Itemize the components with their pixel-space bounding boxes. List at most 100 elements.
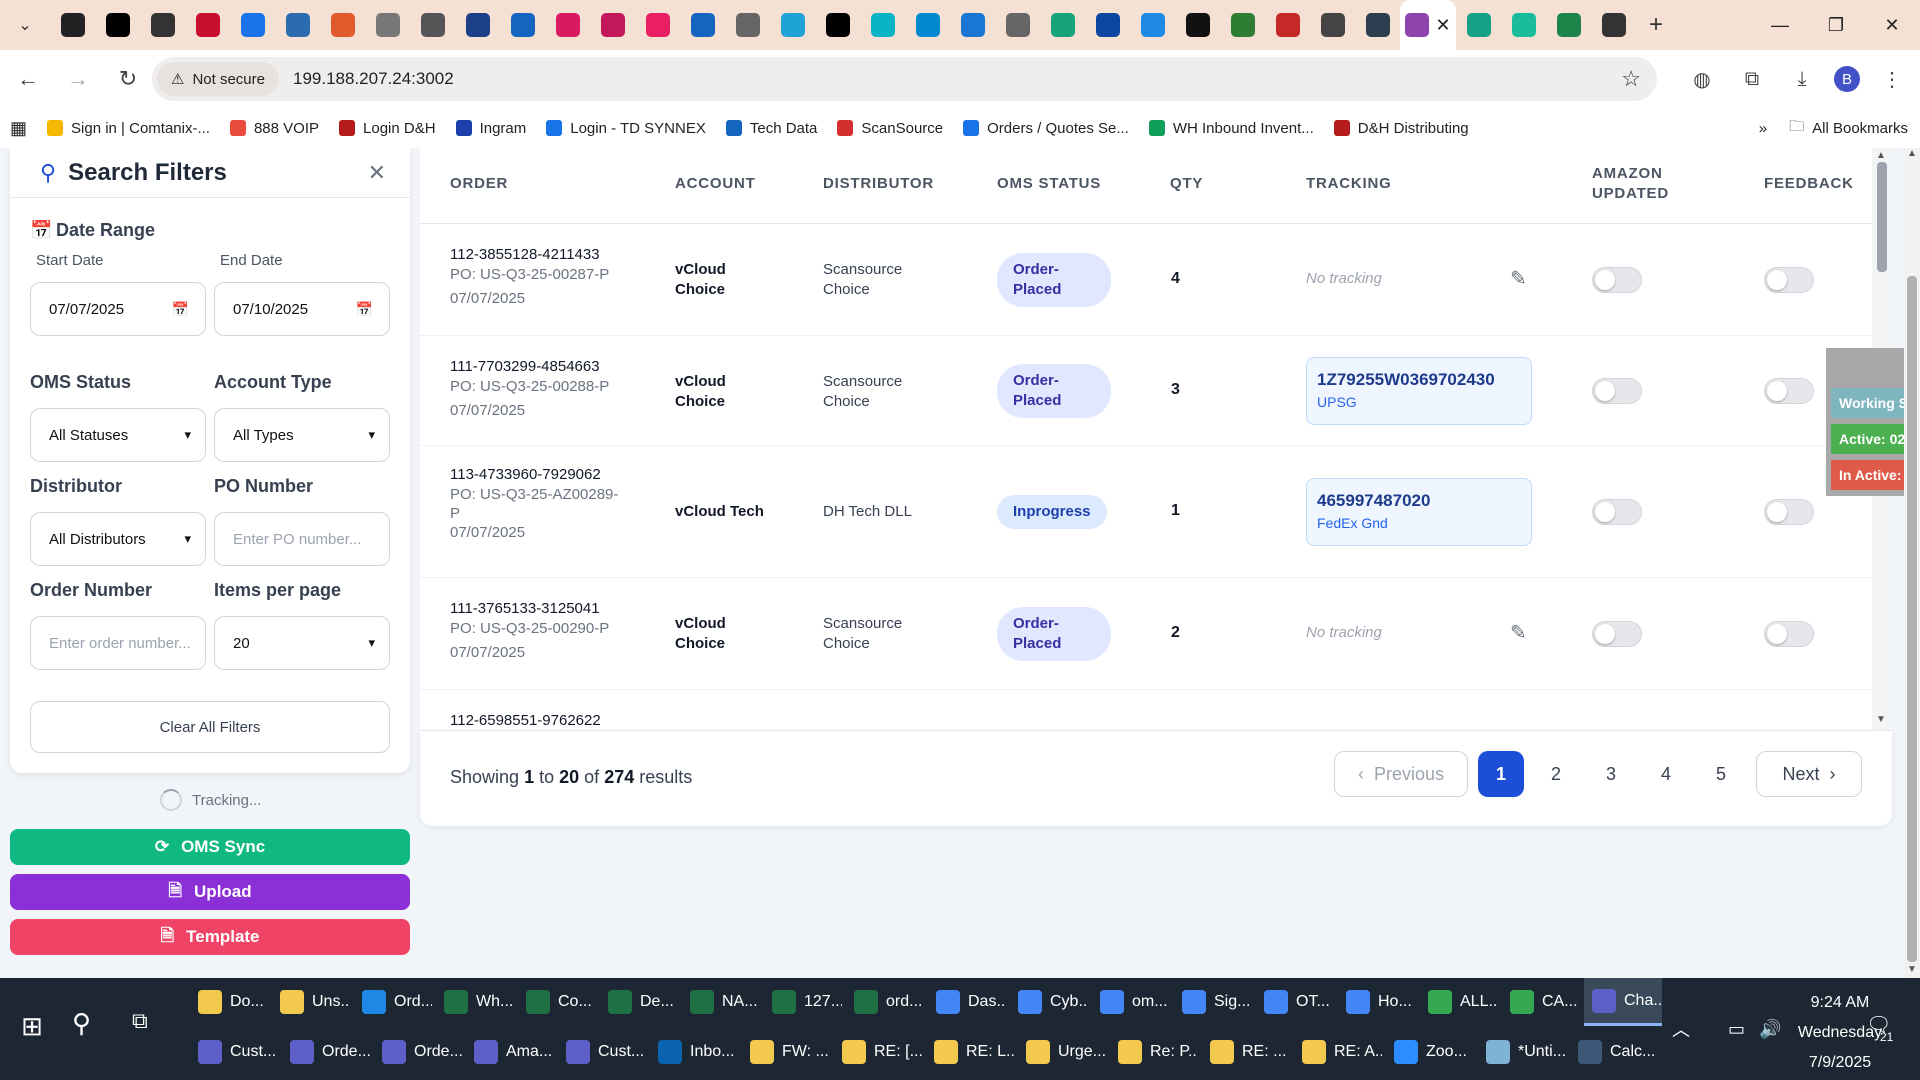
browser-tab[interactable]: [770, 0, 815, 50]
browser-tab[interactable]: [1220, 0, 1265, 50]
page-2-button[interactable]: 2: [1533, 751, 1579, 797]
taskbar-app[interactable]: RE: L...: [926, 1028, 1014, 1076]
amazon-updated-toggle[interactable]: [1592, 621, 1642, 647]
taskbar-app[interactable]: Ho...: [1338, 978, 1416, 1026]
end-date-input[interactable]: 07/10/2025 📅: [214, 282, 390, 336]
tracking-box[interactable]: 465997487020 FedEx Gnd: [1306, 478, 1532, 546]
order-number[interactable]: 112-3855128-4211433: [450, 246, 609, 263]
taskbar-app[interactable]: Orde...: [374, 1028, 462, 1076]
scroll-up-icon[interactable]: ▲: [1907, 148, 1917, 159]
windows-start-icon[interactable]: ⊞: [14, 1008, 50, 1044]
taskbar-app[interactable]: OT...: [1256, 978, 1334, 1026]
amazon-updated-toggle[interactable]: [1592, 378, 1642, 404]
taskbar-app[interactable]: Cust...: [190, 1028, 278, 1076]
bookmark-item[interactable]: WH Inbound Invent...: [1139, 108, 1324, 148]
bookmark-item[interactable]: 888 VOIP: [220, 108, 329, 148]
header-qty[interactable]: QTY: [1170, 174, 1203, 194]
taskbar-app[interactable]: Uns...: [272, 978, 350, 1026]
taskbar-app[interactable]: Zoo...: [1386, 1028, 1474, 1076]
volume-icon[interactable]: 🔊: [1759, 1019, 1781, 1040]
start-date-input[interactable]: 07/07/2025 📅: [30, 282, 206, 336]
task-view-icon[interactable]: ⧉: [132, 1008, 148, 1034]
all-bookmarks[interactable]: 🗀 All Bookmarks: [1789, 108, 1908, 148]
bookmark-item[interactable]: Orders / Quotes Se...: [953, 108, 1139, 148]
browser-tab[interactable]: [95, 0, 140, 50]
tracking-number[interactable]: 465997487020: [1317, 491, 1521, 511]
browser-tab[interactable]: [320, 0, 365, 50]
page-1-button[interactable]: 1: [1478, 751, 1524, 797]
browser-tab[interactable]: [1175, 0, 1220, 50]
page-scrollbar-thumb[interactable]: [1907, 276, 1917, 962]
browser-tab[interactable]: [815, 0, 860, 50]
order-number[interactable]: 112-6598551-9762622: [450, 712, 601, 729]
order-number-input[interactable]: Enter order number...: [30, 616, 206, 670]
bookmark-item[interactable]: Login - TD SYNNEX: [536, 108, 716, 148]
date-picker-icon[interactable]: 📅: [172, 301, 189, 318]
browser-tab[interactable]: [500, 0, 545, 50]
browser-tab[interactable]: [545, 0, 590, 50]
browser-tab[interactable]: [1085, 0, 1130, 50]
next-page-button[interactable]: Next ›: [1756, 751, 1862, 797]
minimize-icon[interactable]: —: [1752, 0, 1808, 50]
tracking-box[interactable]: 1Z79255W0369702430 UPSG: [1306, 357, 1532, 425]
browser-tab[interactable]: [50, 0, 95, 50]
header-distributor[interactable]: DISTRIBUTOR: [823, 174, 934, 194]
bookmark-item[interactable]: Sign in | Comtanix-...: [37, 108, 220, 148]
browser-tab[interactable]: [1546, 0, 1591, 50]
tracking-number[interactable]: 1Z79255W0369702430: [1317, 370, 1521, 390]
browser-tab[interactable]: [140, 0, 185, 50]
header-tracking[interactable]: TRACKING: [1306, 174, 1392, 194]
taskbar-app[interactable]: ALL...: [1420, 978, 1498, 1026]
profile-avatar[interactable]: B: [1834, 66, 1860, 92]
apps-icon[interactable]: ▦: [0, 108, 37, 148]
download-icon[interactable]: ⤓: [1784, 61, 1820, 97]
page-3-button[interactable]: 3: [1588, 751, 1634, 797]
header-account[interactable]: ACCOUNT: [675, 174, 756, 194]
account-type-select[interactable]: All Types ▾: [214, 408, 390, 462]
taskbar-app[interactable]: RE: ...: [1202, 1028, 1290, 1076]
browser-tab[interactable]: [1501, 0, 1546, 50]
browser-tab[interactable]: [1040, 0, 1085, 50]
browser-tab[interactable]: [185, 0, 230, 50]
close-icon[interactable]: ✕: [368, 160, 386, 186]
taskbar-app[interactable]: Das...: [928, 978, 1006, 1026]
browser-tab[interactable]: ✕: [1400, 0, 1456, 50]
taskbar-app[interactable]: Inbo...: [650, 1028, 738, 1076]
close-window-icon[interactable]: ✕: [1864, 0, 1920, 50]
taskbar-app[interactable]: 127...: [764, 978, 842, 1026]
browser-tab[interactable]: [950, 0, 995, 50]
browser-tab[interactable]: [1591, 0, 1636, 50]
bookmark-item[interactable]: ScanSource: [827, 108, 953, 148]
scroll-down-icon[interactable]: ▼: [1876, 714, 1886, 725]
browser-tab[interactable]: [635, 0, 680, 50]
taskbar-app[interactable]: Ama...: [466, 1028, 554, 1076]
new-tab-button[interactable]: +: [1636, 0, 1676, 50]
taskbar-app[interactable]: Co...: [518, 978, 596, 1026]
taskbar-app[interactable]: Cha...: [1584, 978, 1662, 1026]
forward-icon[interactable]: →: [56, 57, 100, 101]
taskbar-app[interactable]: Wh...: [436, 978, 514, 1026]
extensions-icon[interactable]: ⧉: [1734, 61, 1770, 97]
scroll-down-icon[interactable]: ▼: [1907, 964, 1917, 975]
menu-icon[interactable]: ⋮: [1874, 61, 1910, 97]
taskbar-app[interactable]: CA...: [1502, 978, 1580, 1026]
taskbar-app[interactable]: RE: A...: [1294, 1028, 1382, 1076]
bookmark-item[interactable]: Tech Data: [716, 108, 828, 148]
template-button[interactable]: 🗎 Template: [10, 919, 410, 955]
reload-icon[interactable]: ↻: [106, 57, 150, 101]
browser-tab[interactable]: [455, 0, 500, 50]
amazon-updated-toggle[interactable]: [1592, 499, 1642, 525]
previous-page-button[interactable]: ‹ Previous: [1334, 751, 1468, 797]
search-icon[interactable]: ⚲: [72, 1008, 91, 1039]
browser-tab[interactable]: [1456, 0, 1501, 50]
header-order[interactable]: ORDER: [450, 174, 508, 194]
back-icon[interactable]: ←: [6, 57, 50, 101]
browser-tab[interactable]: [275, 0, 320, 50]
translate-icon[interactable]: ◍: [1684, 61, 1720, 97]
browser-tab[interactable]: [410, 0, 455, 50]
browser-tab[interactable]: [995, 0, 1040, 50]
chevron-up-icon[interactable]: ︿: [1672, 1016, 1690, 1042]
taskbar-app[interactable]: NA...: [682, 978, 760, 1026]
clear-all-filters-button[interactable]: Clear All Filters: [30, 701, 390, 753]
header-amazon-updated[interactable]: AMAZON UPDATED: [1592, 164, 1669, 204]
